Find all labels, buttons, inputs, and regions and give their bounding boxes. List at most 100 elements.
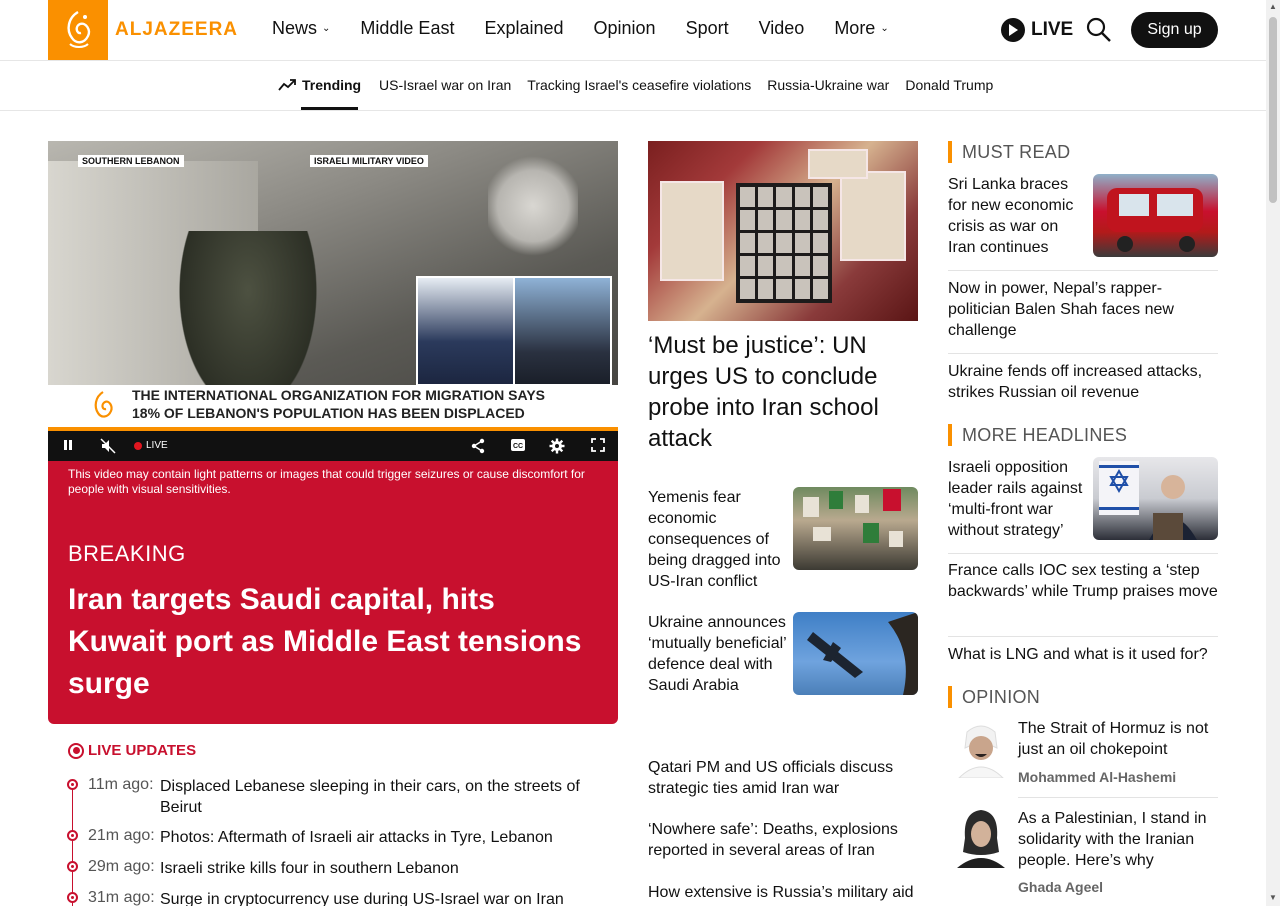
story-headline[interactable]: Qatari PM and US officials discuss strat… bbox=[648, 757, 918, 799]
author-avatar bbox=[953, 808, 1009, 868]
aljazeera-wordmark[interactable]: ALJAZEERA bbox=[115, 19, 238, 41]
nav-sport[interactable]: Sport bbox=[686, 18, 729, 39]
search-icon[interactable] bbox=[1086, 17, 1112, 43]
live-update-text[interactable]: Displaced Lebanese sleeping in their car… bbox=[160, 776, 590, 818]
trending-link[interactable]: Tracking Israel's ceasefire violations bbox=[527, 77, 751, 93]
trending-links: US-Israel war on Iran Tracking Israel's … bbox=[379, 77, 993, 93]
lower-third-line-1: THE INTERNATIONAL ORGANIZATION FOR MIGRA… bbox=[132, 387, 545, 403]
trending-label: Trending bbox=[302, 77, 362, 93]
play-icon bbox=[1001, 18, 1025, 42]
story-headline[interactable]: Sri Lanka braces for new economic crisis… bbox=[948, 174, 1088, 258]
breaking-headline[interactable]: Iran targets Saudi capital, hits Kuwait … bbox=[68, 579, 598, 705]
story-headline[interactable]: Ukraine fends off increased attacks, str… bbox=[948, 361, 1218, 403]
live-update-time: 31m ago: bbox=[88, 889, 155, 906]
story-thumbnail-tuktuk[interactable] bbox=[1093, 174, 1218, 257]
opinion-author[interactable]: Mohammed Al-Hashemi bbox=[1018, 769, 1176, 785]
signup-button[interactable]: Sign up bbox=[1131, 12, 1218, 48]
live-updates-header: LIVE UPDATES bbox=[68, 742, 618, 759]
section-accent-bar bbox=[948, 424, 952, 446]
nav-middle-east[interactable]: Middle East bbox=[360, 18, 454, 39]
memorial-photo bbox=[808, 149, 868, 179]
nav-sport-label: Sport bbox=[685, 18, 729, 38]
opinion-author[interactable]: Ghada Ageel bbox=[1018, 879, 1103, 895]
main-nav: News ⌄ Middle East Explained Opinion Spor… bbox=[272, 18, 919, 39]
settings-gear-icon[interactable] bbox=[549, 438, 565, 457]
video-seizure-warning: This video may contain light patterns or… bbox=[68, 467, 585, 496]
scroll-up-arrow-icon[interactable]: ▲ bbox=[1269, 2, 1277, 11]
nav-news-label: News bbox=[272, 18, 318, 38]
scrollbar-thumb[interactable] bbox=[1269, 17, 1277, 203]
live-dot-icon bbox=[134, 441, 142, 450]
mute-icon[interactable] bbox=[100, 438, 116, 457]
story-headline[interactable]: How extensive is Russia’s military aid bbox=[648, 882, 918, 903]
video-scene-smoke bbox=[488, 151, 578, 261]
chevron-down-icon: ⌄ bbox=[880, 23, 889, 34]
nav-opinion[interactable]: Opinion bbox=[594, 18, 656, 39]
nav-news[interactable]: News ⌄ bbox=[272, 18, 330, 39]
story-headline[interactable]: Israeli opposition leader rails against … bbox=[948, 457, 1088, 541]
video-controls: LIVE CC bbox=[48, 431, 618, 461]
section-accent-bar bbox=[948, 141, 952, 163]
nav-more[interactable]: More ⌄ bbox=[834, 18, 888, 39]
live-update-time: 21m ago: bbox=[88, 827, 155, 844]
story-headline[interactable]: What is LNG and what is it used for? bbox=[948, 644, 1218, 665]
author-avatar bbox=[953, 718, 1009, 779]
story-thumbnail-drone[interactable] bbox=[793, 612, 918, 695]
section-accent-bar bbox=[948, 686, 952, 708]
scroll-down-arrow-icon[interactable]: ▼ bbox=[1269, 893, 1277, 902]
live-button[interactable]: LIVE bbox=[1001, 18, 1073, 42]
live-update-text[interactable]: Surge in cryptocurrency use during US-Is… bbox=[160, 889, 590, 906]
fullscreen-icon[interactable] bbox=[591, 438, 605, 455]
nav-video-label: Video bbox=[758, 18, 805, 38]
site-header: ALJAZEERA News ⌄ Middle East Explained Op… bbox=[0, 0, 1266, 61]
live-update-time: 11m ago: bbox=[88, 776, 154, 793]
story-thumbnail-protest[interactable] bbox=[793, 487, 918, 570]
live-pulse-icon bbox=[68, 742, 84, 759]
trending-bar: Trending US-Israel war on Iran Tracking … bbox=[0, 61, 1266, 111]
aljazeera-logo-mark[interactable] bbox=[48, 0, 108, 60]
story-headline[interactable]: Now in power, Nepal’s rapper-politician … bbox=[948, 278, 1218, 341]
memorial-board bbox=[736, 183, 832, 303]
hero-story-image[interactable] bbox=[648, 141, 918, 321]
nav-more-label: More bbox=[834, 18, 876, 38]
nav-explained[interactable]: Explained bbox=[484, 18, 563, 39]
story-thumbnail-politician[interactable] bbox=[1093, 457, 1218, 540]
closed-captions-icon[interactable]: CC bbox=[510, 438, 526, 455]
nav-middle-east-label: Middle East bbox=[360, 18, 455, 38]
section-title: MORE HEADLINES bbox=[962, 424, 1128, 445]
nav-video[interactable]: Video bbox=[759, 18, 805, 39]
share-icon[interactable] bbox=[470, 438, 486, 457]
trending-link[interactable]: US-Israel war on Iran bbox=[379, 77, 511, 93]
divider bbox=[948, 353, 1218, 354]
story-headline[interactable]: ‘Nowhere safe’: Deaths, explosions repor… bbox=[648, 819, 918, 861]
video-lower-third: THE INTERNATIONAL ORGANIZATION FOR MIGRA… bbox=[48, 385, 618, 429]
opinion-headline[interactable]: The Strait of Hormuz is not just an oil … bbox=[1018, 718, 1218, 760]
story-headline[interactable]: France calls IOC sex testing a ‘step bac… bbox=[948, 560, 1218, 602]
chevron-down-icon: ⌄ bbox=[322, 23, 331, 34]
live-button-label: LIVE bbox=[1031, 19, 1074, 40]
pause-icon[interactable] bbox=[62, 438, 74, 455]
logo-calligraphy-icon bbox=[67, 10, 91, 48]
video-source-tag: ISRAELI MILITARY VIDEO bbox=[310, 155, 428, 167]
breaking-news-card[interactable]: This video may contain light patterns or… bbox=[48, 461, 618, 724]
story-headline[interactable]: Yemenis fear economic consequences of be… bbox=[648, 487, 788, 592]
live-update-text[interactable]: Israeli strike kills four in southern Le… bbox=[160, 858, 590, 879]
hero-story-headline[interactable]: ‘Must be justice’: UN urges US to conclu… bbox=[648, 330, 918, 454]
trending-link[interactable]: Russia-Ukraine war bbox=[767, 77, 889, 93]
trending-tab[interactable]: Trending bbox=[278, 77, 361, 93]
svg-text:CC: CC bbox=[513, 443, 523, 450]
video-location-tag: SOUTHERN LEBANON bbox=[78, 155, 184, 167]
timeline-dot-icon bbox=[67, 779, 78, 790]
live-update-text[interactable]: Photos: Aftermath of Israeli air attacks… bbox=[160, 827, 590, 848]
nav-explained-label: Explained bbox=[484, 18, 564, 38]
page-scrollbar[interactable]: ▲ ▼ bbox=[1266, 0, 1280, 906]
trending-up-icon bbox=[278, 79, 296, 91]
section-title: MUST READ bbox=[962, 141, 1071, 162]
trending-link[interactable]: Donald Trump bbox=[905, 77, 993, 93]
story-headline[interactable]: Ukraine announces ‘mutually beneficial’ … bbox=[648, 612, 788, 696]
live-video-player[interactable]: SOUTHERN LEBANON ISRAELI MILITARY VIDEO … bbox=[48, 141, 618, 461]
breaking-label: BREAKING bbox=[68, 541, 186, 566]
timeline-dot-icon bbox=[67, 861, 78, 872]
opinion-headline[interactable]: As a Palestinian, I stand in solidarity … bbox=[1018, 808, 1218, 871]
live-updates-label: LIVE UPDATES bbox=[88, 742, 197, 759]
